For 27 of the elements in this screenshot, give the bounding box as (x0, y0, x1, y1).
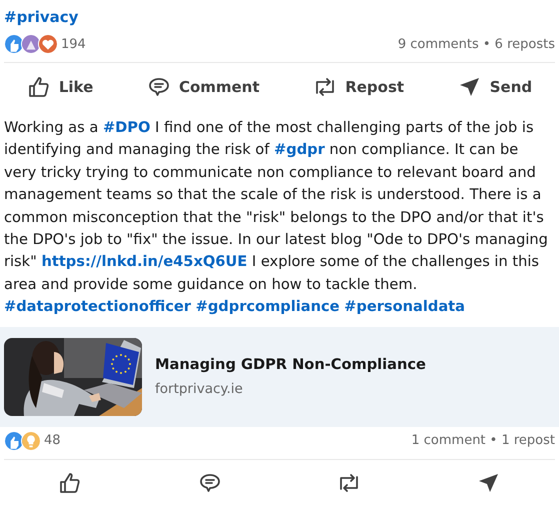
engagement-stats[interactable]: 9 comments • 6 reposts (398, 36, 555, 52)
like-reaction-icon (4, 34, 24, 54)
hashtag-link[interactable]: #gdpr (274, 141, 325, 158)
hashtag-link[interactable]: #DPO (102, 119, 150, 136)
like-reaction-icon (4, 430, 24, 451)
thumbs-up-icon (26, 75, 51, 99)
article-title: Managing GDPR Non-Compliance (155, 356, 426, 374)
engagement-stats[interactable]: 1 comment • 1 repost (411, 433, 555, 448)
speech-bubble-icon (146, 75, 171, 99)
reaction-count[interactable]: 194 (61, 36, 86, 52)
hashtag-link[interactable]: #personaldata (344, 298, 465, 316)
url-link[interactable]: https://lnkd.in/e45xQ6UE (41, 253, 248, 270)
repost-button[interactable]: Repost (305, 71, 412, 103)
send-button[interactable]: Send (450, 71, 540, 103)
reaction-count[interactable]: 48 (44, 433, 61, 448)
hashtag-link[interactable]: #privacy (4, 8, 78, 26)
celebrate-reaction-icon (21, 34, 41, 54)
like-button[interactable]: Like (18, 71, 102, 103)
hashtag-link[interactable]: #dataprotectionofficer (4, 298, 191, 316)
hashtag-link[interactable]: #gdprcompliance (196, 298, 340, 316)
article-domain: fortprivacy.ie (155, 381, 244, 398)
thumbs-up-icon (58, 470, 82, 495)
post-text: Working as a #DPO I find one of the most challenging parts of the job is identifying and managing the risk of #gdpr non compliance. It can be very tricky trying to communicate non compliance to relevant board and management teams so that the scale of the risk is understood. There is a common misconception that the "risk" belongs to the DPO and/or that it's the DPO's job to "fix" the issue. In our latest blog "Ode to DPO's managing risk" https://lnkd.in/e45xQ6UE I explore some of the challenges in this area and provide some guidance on how to tackle them. #dataprotectionofficer #gdprcompliance #personaldata (3, 118, 549, 318)
comment-button[interactable]: Comment (138, 71, 268, 103)
link-preview-card[interactable]: Managing GDPR Non-Compliance fortprivacy.ie (0, 326, 559, 427)
love-reaction-icon (38, 34, 58, 54)
insight-reaction-icon (21, 430, 41, 451)
